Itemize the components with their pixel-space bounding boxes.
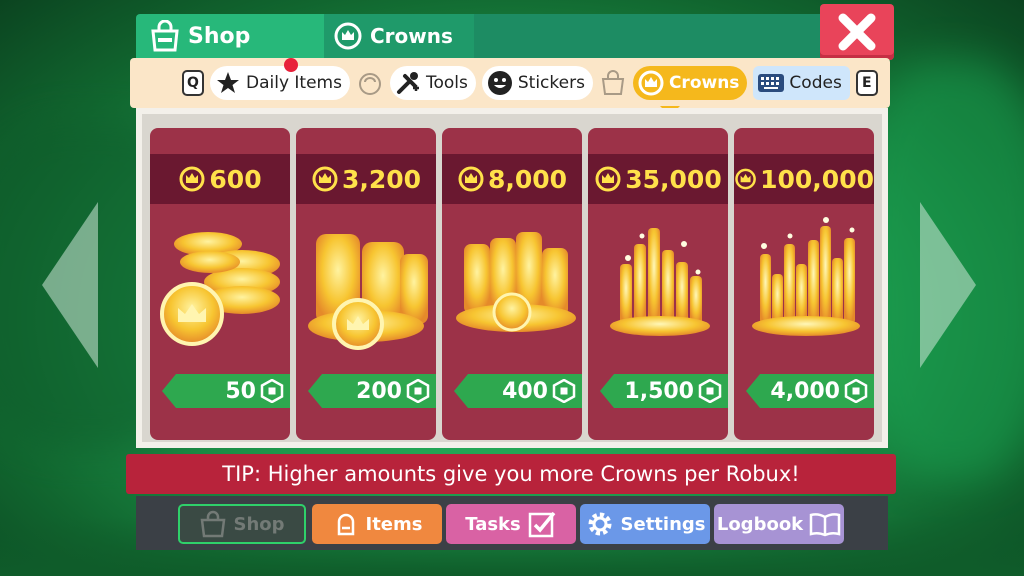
next-arrow-icon[interactable] [918,200,978,370]
crown-coin-icon [312,166,338,192]
robux-icon [844,379,868,403]
gear-icon [588,512,612,536]
offer-crowns-value: 3,200 [341,164,422,194]
crown-coin-icon [595,166,621,192]
close-button[interactable] [820,4,894,60]
offer-price-tag: 200 [308,374,436,408]
key-hint-e: E [855,70,878,96]
tip-banner: TIP: Higher amounts give you more Crowns… [126,454,896,494]
offer-price: 1,500 [624,378,694,404]
shop-bag-icon[interactable] [599,69,627,97]
category-stickers-label: Stickers [517,73,585,93]
category-stickers[interactable]: Stickers [481,66,593,100]
coin-stack-image [160,232,280,346]
nav-items-label: Items [365,513,423,535]
tab-shop-label: Shop [188,23,251,49]
coin-stack-image [308,234,428,350]
offer-crowns-amount: 100,000 [734,154,874,204]
offer-price: 200 [356,378,402,404]
offer-crowns-value: 100,000 [760,164,874,194]
nav-shop-label: Shop [233,513,285,535]
key-hint-q: Q [182,70,204,96]
offer-price: 400 [502,378,548,404]
robux-icon [260,379,284,403]
tab-crowns-label: Crowns [370,24,453,48]
nav-tasks-label: Tasks [465,513,521,535]
crown-coin-icon [458,166,484,192]
category-codes-label: Codes [789,73,842,93]
star-icon [214,69,242,97]
coin-stack-image [456,232,576,332]
offer-crowns-amount: 600 [150,154,290,204]
crown-coin-icon [735,168,756,190]
coin-stack-image [610,228,710,336]
smiley-icon [486,69,514,97]
tab-shop[interactable]: Shop [136,14,324,58]
category-daily-items[interactable]: Daily Items [210,58,350,100]
keyboard-icon [757,69,785,97]
category-crowns-label: Crowns [668,73,740,93]
nav-settings-label: Settings [620,513,706,535]
offer-price-tag: 1,500 [600,374,728,408]
offer-card-3200[interactable]: 3,200 200 [296,128,436,440]
crown-coin-icon [637,69,665,97]
offer-price-tag: 50 [162,374,290,408]
offer-crowns-amount: 8,000 [442,154,582,204]
offer-card-35000[interactable]: 35,000 1,500 [588,128,728,440]
offer-price: 4,000 [770,378,840,404]
offer-crowns-value: 600 [209,164,262,194]
bag-outline-icon[interactable] [356,69,384,97]
robux-icon [406,379,430,403]
offer-price-tag: 4,000 [746,374,874,408]
checkbox-icon [528,511,556,538]
close-icon [838,13,876,51]
backpack-icon [337,513,354,536]
offer-price-tag: 400 [454,374,582,408]
crown-coin-icon [334,22,362,50]
tools-icon [394,69,422,97]
offer-card-100000[interactable]: 100,000 4,000 [734,128,874,440]
offer-card-600[interactable]: 600 50 [150,128,290,440]
open-book-icon [809,513,841,537]
robux-icon [552,379,576,403]
tab-crowns[interactable]: Crowns [324,14,474,58]
nav-logbook-button[interactable]: Logbook [714,504,844,544]
nav-items-button[interactable]: Items [312,504,442,544]
offer-price: 50 [225,378,256,404]
nav-shop-button[interactable]: Shop [178,504,306,544]
tab-strip [474,14,822,58]
category-bar: Q Daily Items Tools Stickers Crowns Code… [130,58,890,108]
nav-settings-button[interactable]: Settings [580,504,710,544]
category-tools-label: Tools [425,73,468,93]
nav-tasks-button[interactable]: Tasks [446,504,576,544]
offer-card-8000[interactable]: 8,000 400 [442,128,582,440]
notification-badge [284,58,298,72]
shop-bag-icon [201,510,226,538]
category-tools[interactable]: Tools [389,66,476,100]
offer-crowns-amount: 3,200 [296,154,436,204]
previous-arrow-icon[interactable] [40,200,100,370]
offer-crowns-value: 35,000 [625,164,722,194]
offer-crowns-amount: 35,000 [588,154,728,204]
category-crowns[interactable]: Crowns [632,66,748,100]
category-codes[interactable]: Codes [753,66,850,100]
coin-stack-image [752,217,860,336]
crown-coin-icon [179,166,205,192]
category-daily-items-label: Daily Items [246,73,342,93]
robux-icon [698,379,722,403]
shop-bag-icon [151,20,179,52]
nav-logbook-label: Logbook [716,513,804,535]
offer-crowns-value: 8,000 [487,164,568,194]
